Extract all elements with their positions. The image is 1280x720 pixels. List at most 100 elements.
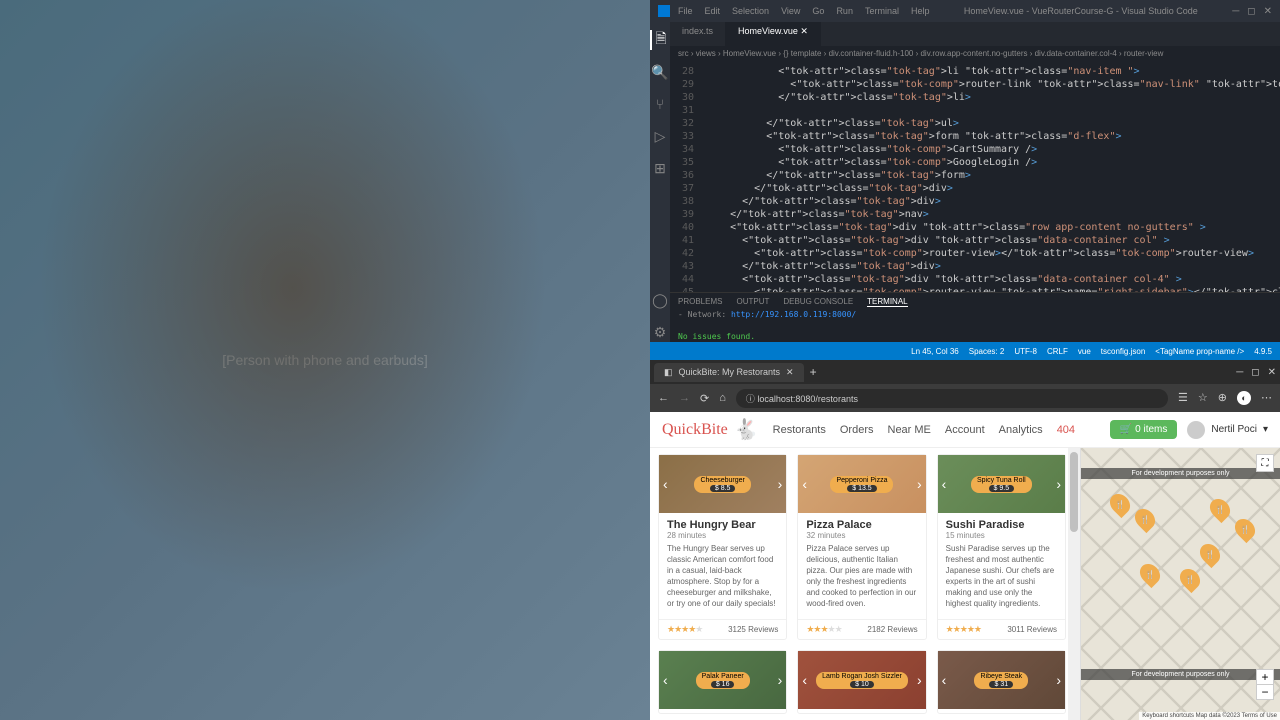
zoom-in-button[interactable]: +	[1257, 670, 1273, 685]
tab-homeview-vue[interactable]: HomeView.vue ✕	[726, 22, 821, 46]
close-icon[interactable]: ✕	[1264, 6, 1272, 17]
minimize-icon[interactable]: ─	[1232, 6, 1239, 17]
status-item[interactable]: tsconfig.json	[1101, 347, 1145, 356]
restaurant-card[interactable]: ‹Spicy Tuna Roll$ 9.5›Sushi Paradise15 m…	[937, 454, 1066, 640]
forward-icon[interactable]: →	[679, 392, 690, 404]
back-icon[interactable]: ←	[658, 392, 669, 404]
next-image-icon[interactable]: ›	[1056, 672, 1061, 688]
dish-badge: Ribeye Steak$ 31	[974, 672, 1028, 689]
next-image-icon[interactable]: ›	[778, 672, 783, 688]
extensions-icon[interactable]: ⊞	[650, 158, 670, 178]
menu-go[interactable]: Go	[812, 6, 824, 16]
url-input[interactable]: ⓘ localhost:8080/restorants	[736, 389, 1168, 408]
status-item[interactable]: CRLF	[1047, 347, 1068, 356]
browser-tab[interactable]: ◧ QuickBite: My Restorants ✕	[654, 363, 804, 382]
home-icon[interactable]: ⌂	[719, 392, 726, 404]
nav-account[interactable]: Account	[945, 424, 985, 436]
map-dev-overlay: For development purposes only	[1081, 669, 1280, 680]
restaurant-card[interactable]: ‹ Palak Paneer$ 16 ›	[658, 650, 787, 714]
map-dev-overlay: For development purposes only	[1081, 468, 1280, 479]
tab-index-ts[interactable]: index.ts	[670, 22, 726, 46]
nav-analytics[interactable]: Analytics	[999, 424, 1043, 436]
menu-help[interactable]: Help	[911, 6, 930, 16]
menu-icon[interactable]: ⋯	[1261, 391, 1272, 405]
terminal-tab-terminal[interactable]: TERMINAL	[867, 297, 907, 307]
menu-selection[interactable]: Selection	[732, 6, 769, 16]
nav-near-me[interactable]: Near ME	[888, 424, 931, 436]
logo-rabbit-icon: 🐇	[734, 417, 759, 442]
next-image-icon[interactable]: ›	[778, 476, 783, 492]
map-fullscreen-icon[interactable]: ⛶	[1256, 454, 1274, 472]
cart-button[interactable]: 🛒 0 items	[1110, 420, 1177, 439]
code-editor[interactable]: 28 <"tok-attr">class="tok-tag">li "tok-a…	[670, 61, 1280, 292]
user-menu[interactable]: Nertil Poci ▾	[1187, 421, 1268, 439]
course-hero-photo: [Person with phone and earbuds]	[0, 0, 650, 720]
address-bar: ← → ⟳ ⌂ ⓘ localhost:8080/restorants ☰ ☆ …	[650, 384, 1280, 412]
breadcrumb[interactable]: src › views › HomeView.vue › {} template…	[670, 46, 1280, 61]
nav-restorants[interactable]: Restorants	[773, 424, 826, 436]
dish-badge: Palak Paneer$ 16	[696, 672, 750, 689]
next-image-icon[interactable]: ›	[917, 476, 922, 492]
zoom-out-button[interactable]: −	[1257, 685, 1273, 699]
menu-file[interactable]: File	[678, 6, 693, 16]
terminal-tab-problems[interactable]: PROBLEMS	[678, 297, 722, 307]
browser-minimize-icon[interactable]: ─	[1236, 367, 1243, 378]
map-panel[interactable]: For development purposes only For develo…	[1080, 448, 1280, 720]
menu-edit[interactable]: Edit	[705, 6, 721, 16]
nav-orders[interactable]: Orders	[840, 424, 874, 436]
editor-tabs: index.tsHomeView.vue ✕	[670, 22, 1280, 46]
explorer-icon[interactable]: 🗎	[650, 30, 670, 50]
menu-terminal[interactable]: Terminal	[865, 6, 899, 16]
maximize-icon[interactable]: ◻	[1247, 6, 1255, 17]
terminal-tab-output[interactable]: OUTPUT	[736, 297, 769, 307]
prev-image-icon[interactable]: ‹	[802, 672, 807, 688]
menu-run[interactable]: Run	[836, 6, 853, 16]
feed-icon[interactable]: ☰	[1178, 391, 1188, 405]
debug-icon[interactable]: ▷	[650, 126, 670, 146]
browser-window: ◧ QuickBite: My Restorants ✕ + ─ ◻ ✕ ← →…	[650, 360, 1280, 720]
browser-maximize-icon[interactable]: ◻	[1251, 367, 1259, 378]
window-title: HomeView.vue - VueRouterCourse-G - Visua…	[929, 6, 1232, 16]
star-icon[interactable]: ☆	[1198, 391, 1208, 405]
menu-view[interactable]: View	[781, 6, 800, 16]
restaurant-card[interactable]: ‹Cheeseburger$ 8.5›The Hungry Bear28 min…	[658, 454, 787, 640]
map-attribution: Keyboard shortcuts Map data ©2023 Terms …	[1139, 712, 1280, 720]
next-image-icon[interactable]: ›	[1056, 476, 1061, 492]
prev-image-icon[interactable]: ‹	[942, 476, 947, 492]
status-item[interactable]: Ln 45, Col 36	[911, 347, 959, 356]
status-item[interactable]: Spaces: 2	[969, 347, 1005, 356]
vscode-titlebar: File Edit Selection View Go Run Terminal Help H…	[650, 0, 1280, 22]
prev-image-icon[interactable]: ‹	[802, 476, 807, 492]
prev-image-icon[interactable]: ‹	[663, 476, 668, 492]
scrollbar[interactable]	[1068, 448, 1080, 720]
next-image-icon[interactable]: ›	[917, 672, 922, 688]
tab-favicon: ◧	[664, 367, 673, 378]
collections-icon[interactable]: ⊕	[1218, 391, 1227, 405]
refresh-icon[interactable]: ⟳	[700, 392, 709, 405]
status-item[interactable]: <TagName prop-name />	[1155, 347, 1244, 356]
status-item[interactable]: vue	[1078, 347, 1091, 356]
prev-image-icon[interactable]: ‹	[942, 672, 947, 688]
photo-placeholder: [Person with phone and earbuds]	[222, 352, 427, 368]
tab-close-icon[interactable]: ✕	[786, 367, 794, 378]
prev-image-icon[interactable]: ‹	[663, 672, 668, 688]
dish-badge: Pepperoni Pizza$ 13.5	[830, 476, 893, 493]
restaurant-card[interactable]: ‹Pepperoni Pizza$ 13.5›Pizza Palace32 mi…	[797, 454, 926, 640]
dish-badge: Lamb Rogan Josh Sizzler$ 10	[816, 672, 908, 689]
terminal-tab-debug-console[interactable]: DEBUG CONSOLE	[783, 297, 853, 307]
restaurant-card[interactable]: ‹ Ribeye Steak$ 31 ›	[937, 650, 1066, 714]
nav-404[interactable]: 404	[1057, 424, 1075, 436]
profile-icon[interactable]: ◐	[1237, 391, 1251, 405]
settings-icon[interactable]: ⚙	[650, 322, 670, 342]
app-logo[interactable]: QuickBite	[662, 421, 728, 439]
restaurant-card[interactable]: ‹ Lamb Rogan Josh Sizzler$ 10 ›	[797, 650, 926, 714]
source-control-icon[interactable]: ⑂	[650, 94, 670, 114]
account-icon[interactable]: ◯	[650, 290, 670, 310]
status-item[interactable]: UTF-8	[1014, 347, 1037, 356]
status-item[interactable]: 4.9.5	[1254, 347, 1272, 356]
new-tab-icon[interactable]: +	[810, 365, 817, 379]
dish-badge: Cheeseburger$ 8.5	[694, 476, 750, 493]
activity-bar: 🗎 🔍 ⑂ ▷ ⊞ ◯ ⚙	[650, 22, 670, 342]
search-icon[interactable]: 🔍	[650, 62, 670, 82]
browser-close-icon[interactable]: ✕	[1268, 367, 1276, 378]
